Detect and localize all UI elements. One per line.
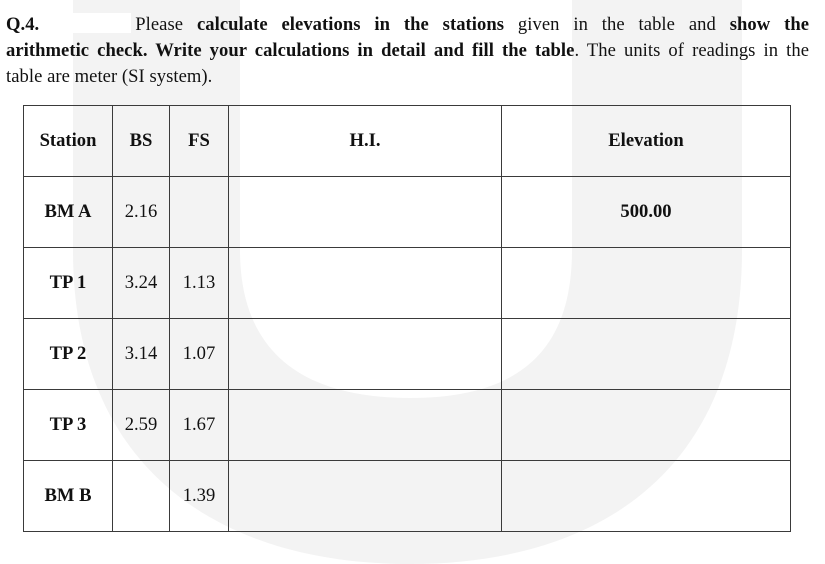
cell-station: BM A: [23, 176, 113, 248]
cell-station: BM B: [23, 460, 113, 532]
cell-hi[interactable]: [228, 389, 502, 461]
cell-station: TP 3: [23, 389, 113, 461]
question-text-plain: given in the table and: [504, 14, 730, 35]
cell-fs: 1.67: [169, 389, 229, 461]
header-station: Station: [23, 105, 113, 177]
header-bs: BS: [112, 105, 170, 177]
cell-elevation[interactable]: [501, 247, 791, 319]
table-row: TP 1 3.24 1.13: [23, 247, 791, 319]
question-line-1: Q.4. Please calculate elevations in the s…: [6, 12, 809, 38]
cell-fs: 1.39: [169, 460, 229, 532]
cell-bs: 2.59: [112, 389, 170, 461]
question-line-3: table are meter (SI system).: [6, 64, 809, 90]
cell-elevation[interactable]: 500.00: [501, 176, 791, 248]
table-row: BM B 1.39: [23, 460, 791, 532]
question-text-bold: calculate elevations in the stations: [196, 14, 505, 35]
question-number: Q.4.: [6, 14, 40, 35]
cell-fs: [169, 176, 229, 248]
table-row: TP 3 2.59 1.67: [23, 389, 791, 461]
cell-hi[interactable]: [228, 247, 502, 319]
cell-bs: 3.24: [112, 247, 170, 319]
question-text-bold: show the: [729, 14, 810, 35]
question-text-bold: arithmetic check. Write your calculation…: [6, 40, 575, 61]
cell-elevation[interactable]: [501, 318, 791, 390]
redacted-box: [47, 13, 132, 33]
leveling-table: Station BS FS H.I. Elevation BM A 2.16 5…: [23, 105, 791, 532]
table-row: BM A 2.16 500.00: [23, 176, 791, 248]
cell-elevation[interactable]: [501, 389, 791, 461]
question-text-plain: . The units of readings in the: [574, 40, 809, 61]
table-row: TP 2 3.14 1.07: [23, 318, 791, 390]
cell-elevation[interactable]: [501, 460, 791, 532]
cell-fs: 1.07: [169, 318, 229, 390]
cell-fs: 1.13: [169, 247, 229, 319]
question-text-plain: table are meter (SI system).: [6, 66, 213, 87]
question-text: Q.4. Please calculate elevations in the s…: [6, 12, 809, 90]
header-elevation: Elevation: [501, 105, 791, 177]
question-text-plain: Please: [135, 14, 197, 35]
cell-hi[interactable]: [228, 318, 502, 390]
table-header-row: Station BS FS H.I. Elevation: [23, 105, 791, 177]
header-hi: H.I.: [228, 105, 502, 177]
cell-hi[interactable]: [228, 176, 502, 248]
cell-bs: 2.16: [112, 176, 170, 248]
cell-station: TP 2: [23, 318, 113, 390]
cell-hi[interactable]: [228, 460, 502, 532]
cell-bs: [112, 460, 170, 532]
cell-station: TP 1: [23, 247, 113, 319]
question-line-2: arithmetic check. Write your calculation…: [6, 38, 809, 64]
header-fs: FS: [169, 105, 229, 177]
cell-bs: 3.14: [112, 318, 170, 390]
